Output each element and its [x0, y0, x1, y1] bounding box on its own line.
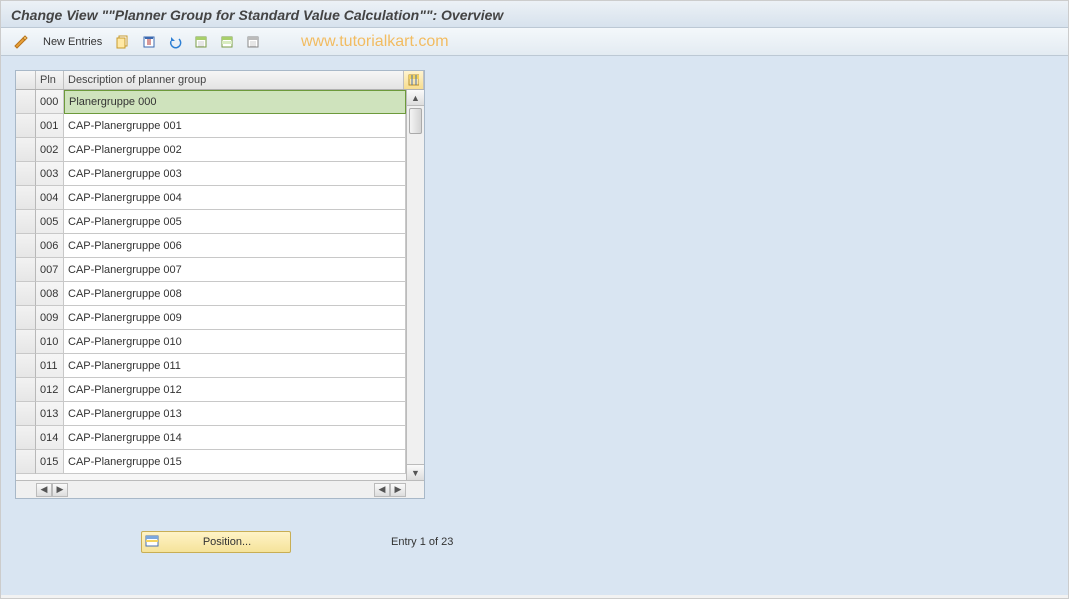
window-title: Change View ""Planner Group for Standard…: [1, 1, 1068, 28]
select-all-corner[interactable]: [16, 71, 36, 89]
scroll-track[interactable]: [407, 106, 424, 464]
cell-pln[interactable]: 007: [36, 258, 64, 282]
cell-desc[interactable]: CAP-Planergruppe 003: [64, 162, 406, 186]
table-header: Pln Description of planner group: [16, 71, 424, 90]
table-row: 008CAP-Planergruppe 008: [16, 282, 406, 306]
vertical-scrollbar[interactable]: ▲ ▼: [406, 90, 424, 480]
table-row: 014CAP-Planergruppe 014: [16, 426, 406, 450]
cell-desc[interactable]: CAP-Planergruppe 006: [64, 234, 406, 258]
scroll-up-icon[interactable]: ▲: [407, 90, 424, 106]
row-selector[interactable]: [16, 186, 36, 210]
cell-pln[interactable]: 011: [36, 354, 64, 378]
footer-row: Position... Entry 1 of 23: [141, 531, 453, 553]
cell-pln[interactable]: 005: [36, 210, 64, 234]
row-selector[interactable]: [16, 354, 36, 378]
row-selector[interactable]: [16, 330, 36, 354]
row-selector[interactable]: [16, 378, 36, 402]
cell-desc[interactable]: CAP-Planergruppe 007: [64, 258, 406, 282]
position-label: Position...: [166, 536, 288, 548]
cell-desc[interactable]: CAP-Planergruppe 014: [64, 426, 406, 450]
hscroll-left-icon[interactable]: ◀: [36, 483, 52, 497]
cell-desc[interactable]: CAP-Planergruppe 010: [64, 330, 406, 354]
cell-desc[interactable]: CAP-Planergruppe 011: [64, 354, 406, 378]
select-all-icon[interactable]: [190, 32, 212, 52]
position-icon: [144, 534, 162, 550]
table-row: 013CAP-Planergruppe 013: [16, 402, 406, 426]
deselect-all-icon[interactable]: [242, 32, 264, 52]
hscroll-right2-icon[interactable]: ▶: [390, 483, 406, 497]
cell-pln[interactable]: 012: [36, 378, 64, 402]
hscroll-left2-icon[interactable]: ◀: [374, 483, 390, 497]
table-row: 003CAP-Planergruppe 003: [16, 162, 406, 186]
content-area: Pln Description of planner group 000Plan…: [1, 56, 1068, 595]
toggle-edit-icon[interactable]: [9, 32, 33, 52]
row-selector[interactable]: [16, 114, 36, 138]
row-selector[interactable]: [16, 258, 36, 282]
cell-pln[interactable]: 010: [36, 330, 64, 354]
table-row: 009CAP-Planergruppe 009: [16, 306, 406, 330]
cell-desc[interactable]: CAP-Planergruppe 005: [64, 210, 406, 234]
table-row: 007CAP-Planergruppe 007: [16, 258, 406, 282]
row-selector[interactable]: [16, 402, 36, 426]
cell-desc[interactable]: CAP-Planergruppe 001: [64, 114, 406, 138]
row-selector[interactable]: [16, 306, 36, 330]
row-selector[interactable]: [16, 210, 36, 234]
new-entries-button[interactable]: New Entries: [37, 34, 108, 50]
cell-pln[interactable]: 003: [36, 162, 64, 186]
cell-pln[interactable]: 000: [36, 90, 64, 114]
cell-pln[interactable]: 004: [36, 186, 64, 210]
column-header-desc[interactable]: Description of planner group: [64, 71, 404, 89]
table-row: 012CAP-Planergruppe 012: [16, 378, 406, 402]
cell-desc[interactable]: CAP-Planergruppe 004: [64, 186, 406, 210]
select-block-icon[interactable]: [216, 32, 238, 52]
row-selector[interactable]: [16, 426, 36, 450]
cell-pln[interactable]: 002: [36, 138, 64, 162]
cell-pln[interactable]: 015: [36, 450, 64, 474]
cell-desc[interactable]: CAP-Planergruppe 002: [64, 138, 406, 162]
table-settings-icon[interactable]: [404, 71, 424, 89]
table-row: 015CAP-Planergruppe 015: [16, 450, 406, 474]
table-row: 004CAP-Planergruppe 004: [16, 186, 406, 210]
cell-pln[interactable]: 001: [36, 114, 64, 138]
row-selector[interactable]: [16, 162, 36, 186]
row-selector[interactable]: [16, 138, 36, 162]
watermark-text: www.tutorialkart.com: [301, 33, 449, 51]
cell-pln[interactable]: 013: [36, 402, 64, 426]
table-row: 001CAP-Planergruppe 001: [16, 114, 406, 138]
cell-pln[interactable]: 014: [36, 426, 64, 450]
hscroll-right-icon[interactable]: ▶: [52, 483, 68, 497]
row-selector[interactable]: [16, 450, 36, 474]
delete-icon[interactable]: [138, 32, 160, 52]
cell-pln[interactable]: 009: [36, 306, 64, 330]
table-row: 011CAP-Planergruppe 011: [16, 354, 406, 378]
table-row: 006CAP-Planergruppe 006: [16, 234, 406, 258]
table-row: 002CAP-Planergruppe 002: [16, 138, 406, 162]
undo-icon[interactable]: [164, 32, 186, 52]
cell-pln[interactable]: 006: [36, 234, 64, 258]
cell-desc[interactable]: CAP-Planergruppe 008: [64, 282, 406, 306]
table-row: 000Planergruppe 000: [16, 90, 406, 114]
horizontal-scrollbar: ◀ ▶ ◀ ▶: [16, 480, 424, 498]
planner-group-table: Pln Description of planner group 000Plan…: [15, 70, 425, 499]
position-button[interactable]: Position...: [141, 531, 291, 553]
table-row: 005CAP-Planergruppe 005: [16, 210, 406, 234]
cell-desc[interactable]: CAP-Planergruppe 009: [64, 306, 406, 330]
cell-desc[interactable]: CAP-Planergruppe 012: [64, 378, 406, 402]
table-body: 000Planergruppe 000001CAP-Planergruppe 0…: [16, 90, 424, 480]
cell-desc[interactable]: Planergruppe 000: [64, 90, 406, 114]
column-header-pln[interactable]: Pln: [36, 71, 64, 89]
cell-desc[interactable]: CAP-Planergruppe 013: [64, 402, 406, 426]
copy-icon[interactable]: [112, 32, 134, 52]
scroll-thumb[interactable]: [409, 108, 422, 134]
scroll-down-icon[interactable]: ▼: [407, 464, 424, 480]
cell-desc[interactable]: CAP-Planergruppe 015: [64, 450, 406, 474]
table-row: 010CAP-Planergruppe 010: [16, 330, 406, 354]
entry-counter: Entry 1 of 23: [391, 536, 453, 548]
row-selector[interactable]: [16, 282, 36, 306]
row-selector[interactable]: [16, 234, 36, 258]
cell-pln[interactable]: 008: [36, 282, 64, 306]
toolbar: New Entries www.tutorialkart.com: [1, 28, 1068, 56]
row-selector[interactable]: [16, 90, 36, 114]
